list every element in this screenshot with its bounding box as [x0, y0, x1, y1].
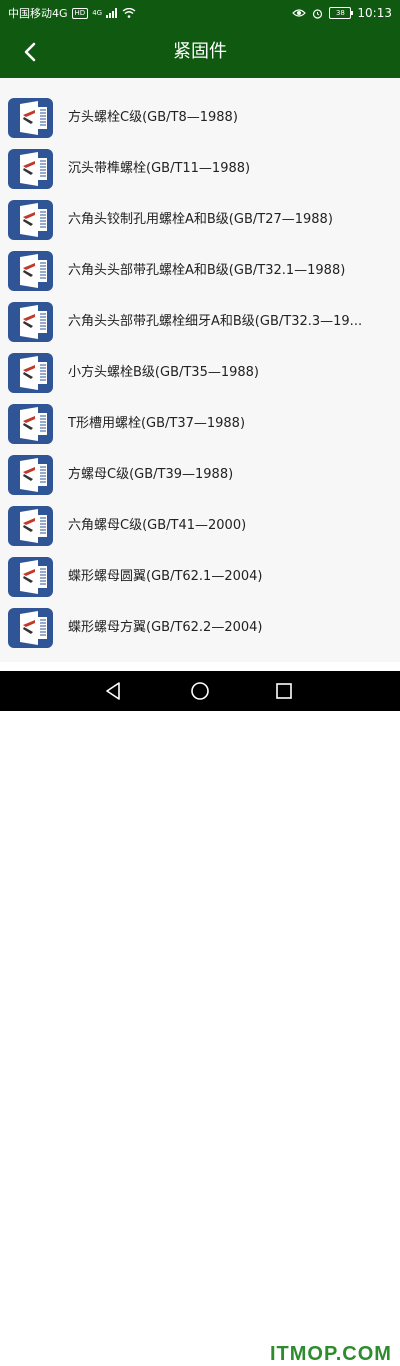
list-item[interactable]: 方螺母C级(GB/T39—1988): [0, 449, 400, 500]
document-icon: [8, 455, 53, 495]
list-item-label: T形槽用螺栓(GB/T37—1988): [68, 416, 246, 431]
document-icon: [8, 557, 53, 597]
signal-icon: [106, 8, 118, 18]
list-item-label: 小方头螺栓B级(GB/T35—1988): [68, 365, 260, 380]
list-item[interactable]: 方头螺栓C级(GB/T8—1988): [0, 92, 400, 143]
list-item[interactable]: 六角头头部带孔螺栓A和B级(GB/T32.1—1988): [0, 245, 400, 296]
status-bar: 中国移动4G HD 4G 38 10:13: [0, 0, 400, 26]
hd-badge: HD: [71, 7, 89, 19]
alarm-icon: [313, 8, 323, 19]
list-item[interactable]: 沉头带榫螺栓(GB/T11—1988): [0, 143, 400, 194]
list-item[interactable]: 蝶形螺母圆翼(GB/T62.1—2004): [0, 551, 400, 602]
clock-time: 10:13: [357, 6, 392, 20]
watermark: ITMOP.COM: [270, 1343, 392, 1365]
list-item-label: 六角头头部带孔螺栓A和B级(GB/T32.1—1988): [68, 263, 346, 278]
document-icon: [8, 302, 53, 342]
document-icon: [8, 353, 53, 393]
document-icon: [8, 608, 53, 648]
list-item[interactable]: T形槽用螺栓(GB/T37—1988): [0, 398, 400, 449]
list-item[interactable]: 蝶形螺母方翼(GB/T62.2—2004): [0, 602, 400, 653]
document-icon: [8, 251, 53, 291]
list-item-label: 六角头头部带孔螺栓细牙A和B级(GB/T32.3—19...: [68, 314, 363, 329]
list-item[interactable]: 六角螺母C级(GB/T41—2000): [0, 500, 400, 551]
list-item-label: 方头螺栓C级(GB/T8—1988): [68, 110, 238, 125]
list-item-label: 方螺母C级(GB/T39—1988): [68, 467, 234, 482]
list-item-label: 沉头带榫螺栓(GB/T11—1988): [68, 161, 251, 176]
list-item[interactable]: 六角头铰制孔用螺栓A和B级(GB/T27—1988): [0, 194, 400, 245]
battery-icon: 38: [329, 7, 354, 19]
eye-icon: [292, 9, 307, 17]
document-icon: [8, 404, 53, 444]
wifi-icon: [122, 8, 136, 18]
app-bar: 紧固件: [0, 26, 400, 78]
nav-back-icon[interactable]: [102, 679, 126, 703]
network-label: 4G: [92, 9, 103, 17]
navigation-bar: ITMOP.COM: [0, 671, 400, 1365]
list-item[interactable]: 小方头螺栓B级(GB/T35—1988): [0, 347, 400, 398]
nav-home-icon[interactable]: [188, 679, 212, 703]
carrier-label: 中国移动4G: [8, 7, 68, 20]
list-item-label: 六角头铰制孔用螺栓A和B级(GB/T27—1988): [68, 212, 333, 227]
list-item-label: 六角螺母C级(GB/T41—2000): [68, 518, 247, 533]
document-icon: [8, 200, 53, 240]
list-item-label: 蝶形螺母方翼(GB/T62.2—2004): [68, 620, 263, 635]
list-item-label: 蝶形螺母圆翼(GB/T62.1—2004): [68, 569, 263, 584]
document-icon: [8, 506, 53, 546]
list-item[interactable]: 六角头头部带孔螺栓细牙A和B级(GB/T32.3—19...: [0, 296, 400, 347]
document-icon: [8, 98, 53, 138]
document-icon: [8, 149, 53, 189]
nav-recents-icon[interactable]: [272, 679, 296, 703]
fastener-list: 方头螺栓C级(GB/T8—1988) 沉头带榫螺栓(GB/T11—1988) 六角头…: [0, 78, 400, 662]
page-title: 紧固件: [173, 41, 227, 62]
